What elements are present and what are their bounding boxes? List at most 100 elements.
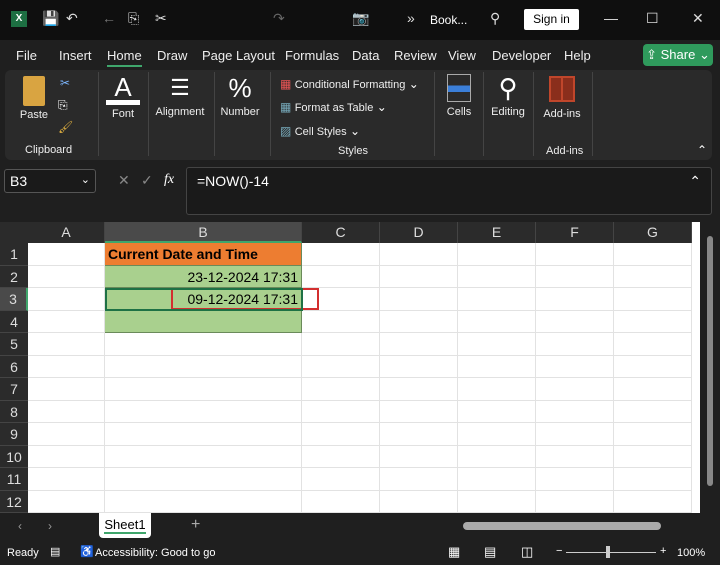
cell-E3[interactable] [458,288,536,311]
share-button[interactable]: ⇪ Share ⌄ [643,44,713,66]
row-header-3[interactable]: 3 [0,288,28,311]
menu-page-layout[interactable]: Page Layout [202,48,275,63]
cell-G5[interactable] [614,333,692,356]
cell-C1[interactable] [302,243,380,266]
cell-C5[interactable] [302,333,380,356]
cell-A10[interactable] [28,445,105,468]
cell-F11[interactable] [536,468,614,491]
row-header-7[interactable]: 7 [0,378,28,401]
cell-B4[interactable] [105,310,302,333]
formula-input[interactable]: =NOW()-14 ⌃ [186,167,712,215]
cell-A2[interactable] [28,265,105,288]
row-header-12[interactable]: 12 [0,490,28,513]
menu-view[interactable]: View [448,48,476,63]
accessibility-status[interactable]: Accessibility: Good to go [95,547,215,559]
cell-F3[interactable] [536,288,614,311]
cell-G12[interactable] [614,490,692,513]
collapse-ribbon-icon[interactable]: ⌃ [697,143,707,157]
row-header-6[interactable]: 6 [0,355,28,378]
expand-icon[interactable]: ⌃ [689,173,701,190]
cell-B10[interactable] [105,445,302,468]
cell-G8[interactable] [614,400,692,423]
row-header-11[interactable]: 11 [0,468,28,491]
cell-E11[interactable] [458,468,536,491]
prev-sheet-icon[interactable]: ‹ [18,519,22,533]
select-all-button[interactable] [0,222,28,243]
menu-data[interactable]: Data [352,48,379,63]
cell-A4[interactable] [28,310,105,333]
menu-help[interactable]: Help [564,48,591,63]
cell-B8[interactable] [105,400,302,423]
row-header-2[interactable]: 2 [0,265,28,288]
cell-E7[interactable] [458,378,536,401]
next-sheet-icon[interactable]: › [48,519,52,533]
cell-D2[interactable] [380,265,458,288]
menu-formulas[interactable]: Formulas [285,48,339,63]
cell-E12[interactable] [458,490,536,513]
cell-C4[interactable] [302,310,380,333]
format-painter-icon[interactable]: 🖌 [58,120,73,134]
page-break-view-icon[interactable]: ◫ [521,544,533,560]
cell-G9[interactable] [614,423,692,446]
cell-C10[interactable] [302,445,380,468]
sheet-tab-sheet1[interactable]: Sheet1 [99,513,151,538]
menu-draw[interactable]: Draw [157,48,187,63]
row-header-4[interactable]: 4 [0,310,28,333]
close-icon[interactable]: ✕ [692,10,704,27]
cell-D5[interactable] [380,333,458,356]
cell-A12[interactable] [28,490,105,513]
cell-B11[interactable] [105,468,302,491]
row-header-1[interactable]: 1 [0,243,28,266]
menu-insert[interactable]: Insert [59,48,92,63]
cell-C6[interactable] [302,355,380,378]
cell-G7[interactable] [614,378,692,401]
cell-E1[interactable] [458,243,536,266]
cell-C8[interactable] [302,400,380,423]
cell-D4[interactable] [380,310,458,333]
cell-A6[interactable] [28,355,105,378]
zoom-level[interactable]: 100% [677,547,705,559]
copy-icon[interactable]: ⎘ [58,98,68,113]
cell-F12[interactable] [536,490,614,513]
menu-home[interactable]: Home [107,48,142,67]
cell-E10[interactable] [458,445,536,468]
cell-D7[interactable] [380,378,458,401]
cell-B1[interactable]: Current Date and Time [105,243,302,266]
cell-D3[interactable] [380,288,458,311]
sign-in-button[interactable]: Sign in [524,9,579,30]
cell-C11[interactable] [302,468,380,491]
back-icon[interactable]: ← [102,10,116,26]
font-button[interactable]: A Font [106,74,140,120]
cell-D11[interactable] [380,468,458,491]
cell-A9[interactable] [28,423,105,446]
zoom-in-icon[interactable]: + [660,545,666,557]
column-header-A[interactable]: A [28,222,105,243]
maximize-icon[interactable]: ☐ [646,10,659,27]
alignment-button[interactable]: ☰ Alignment [152,74,208,118]
column-header-B[interactable]: B [105,222,302,243]
cell-D12[interactable] [380,490,458,513]
cell-F10[interactable] [536,445,614,468]
copy-icon[interactable]: ⎘ [128,10,139,27]
row-header-10[interactable]: 10 [0,445,28,468]
enter-icon[interactable]: ✓ [141,172,153,189]
cancel-icon[interactable]: ✕ [118,172,130,189]
cell-C2[interactable] [302,265,380,288]
add-sheet-icon[interactable]: + [191,516,200,534]
cell-D10[interactable] [380,445,458,468]
cell-E6[interactable] [458,355,536,378]
cell-G11[interactable] [614,468,692,491]
cell-G4[interactable] [614,310,692,333]
macro-icon[interactable]: ▤ [50,545,60,558]
cell-G3[interactable] [614,288,692,311]
cell-C9[interactable] [302,423,380,446]
cell-D1[interactable] [380,243,458,266]
zoom-slider[interactable] [566,552,656,553]
insert-function-button[interactable]: fx [164,172,174,188]
cell-A3[interactable] [28,288,105,311]
redo-icon[interactable]: ↷ [273,10,285,27]
cells-button[interactable]: Cells [444,74,474,118]
vertical-scrollbar[interactable] [700,222,720,513]
cell-F1[interactable] [536,243,614,266]
cell-F9[interactable] [536,423,614,446]
